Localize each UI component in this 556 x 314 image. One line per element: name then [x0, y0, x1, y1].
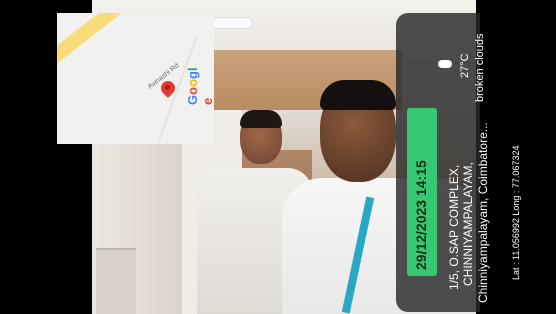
- google-logo-o1: o: [185, 86, 200, 95]
- photo-frame: Avinashi Rd Google 29/12/2023 14:15 1/5,…: [0, 0, 556, 314]
- google-logo-g: G: [185, 94, 200, 105]
- coordinates-label: Lat : 11.056992 Long : 77.067324: [511, 145, 521, 280]
- person-right-hair: [320, 80, 396, 110]
- datetime-label: 29/12/2023 14:15: [413, 160, 429, 270]
- google-logo-o2: o: [185, 78, 200, 87]
- google-logo-l: l: [185, 67, 200, 72]
- person-left-hair: [240, 110, 282, 128]
- google-logo: Googl e: [185, 65, 214, 105]
- cloud-icon: [438, 60, 452, 68]
- shelf: [96, 248, 136, 314]
- weather-label: broken clouds: [474, 33, 486, 103]
- map-inset[interactable]: Avinashi Rd Google: [57, 13, 214, 144]
- google-logo-g2: g: [185, 71, 200, 79]
- temperature-label: 27°C: [459, 53, 471, 78]
- address-line-3: Chinniyampalayam, Coimbatore...: [476, 122, 490, 303]
- google-logo-e: e: [200, 97, 214, 105]
- map-pin-dot: [165, 85, 170, 90]
- address-line-2: CHINNIYAMPALAYAM,: [461, 162, 475, 286]
- address-line-1: 1/5, O.SAP COMPLEX,: [447, 164, 461, 290]
- ceiling-fan: [212, 18, 252, 28]
